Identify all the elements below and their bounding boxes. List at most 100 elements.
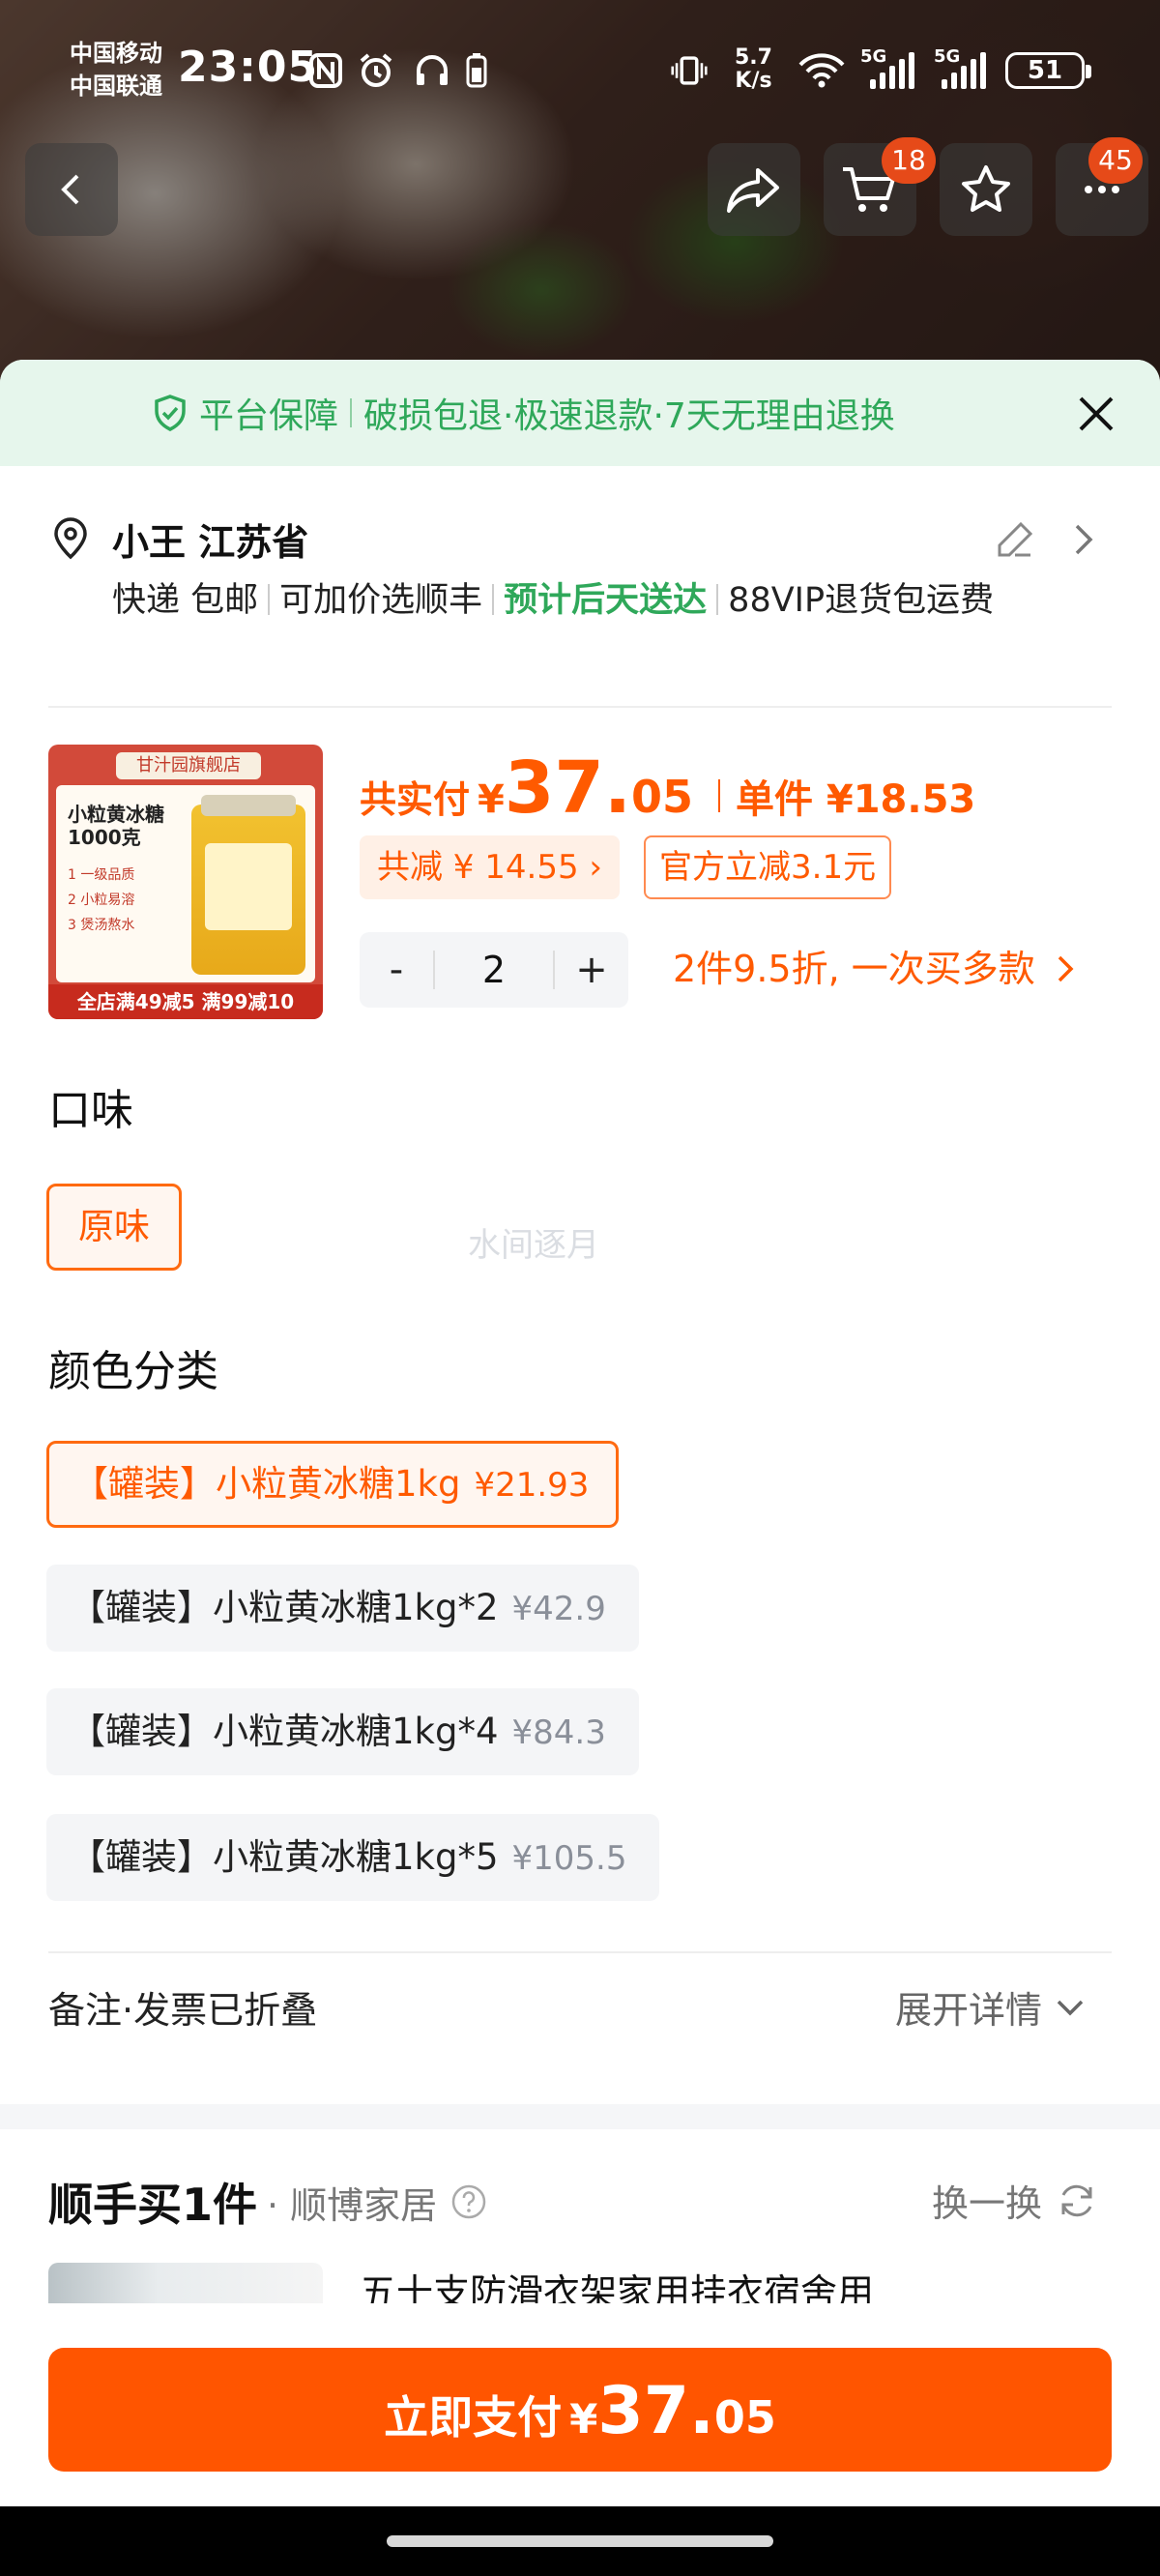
share-button[interactable] — [708, 143, 800, 236]
swap-recommendation-button[interactable]: 换一换 — [932, 2174, 1098, 2227]
pay-amount-decimal: 05 — [713, 2391, 776, 2444]
flavor-option-original[interactable]: 原味 — [46, 1184, 182, 1271]
shipping-upgrade-option: 可加价选顺丰 — [279, 581, 483, 620]
refresh-icon — [1061, 2184, 1092, 2216]
thumbnail-promo-strip: 全店满49减5 满99减10 — [48, 984, 323, 1019]
net-speed-unit: K/s — [735, 69, 772, 93]
divider — [716, 584, 719, 615]
share-icon — [727, 168, 779, 213]
cart-badge: 18 — [882, 137, 936, 184]
divider — [48, 706, 1112, 708]
star-icon — [962, 165, 1010, 212]
discount-total-tag[interactable]: 共减 ¥ 14.55 › — [360, 835, 620, 899]
divider — [48, 1951, 1112, 1953]
cart-button[interactable]: 18 — [824, 137, 936, 236]
sku-name: 【罐装】小粒黄冰糖1kg — [72, 1463, 461, 1505]
color-category-title: 颜色分类 — [48, 1347, 218, 1396]
chevron-down-icon — [1057, 2000, 1084, 2015]
headphones-icon — [414, 50, 450, 91]
vibrate-icon — [671, 50, 708, 91]
add-on-shop: · 顺博家居 — [267, 2183, 438, 2227]
sku-price: ¥84.3 — [511, 1713, 606, 1752]
help-icon[interactable] — [450, 2183, 487, 2220]
sku-option-1kg[interactable]: 【罐装】小粒黄冰糖1kg ¥21.93 — [46, 1441, 620, 1528]
unit-price: 单件 ¥18.53 — [735, 777, 976, 822]
sku-price: ¥21.93 — [474, 1466, 590, 1505]
carrier-1: 中国移动 — [70, 40, 162, 67]
guarantee-divider — [350, 398, 353, 427]
swap-label: 换一换 — [932, 2182, 1043, 2225]
watermark-text: 水间逐月 — [468, 1226, 599, 1265]
net-speed-value: 5.7 — [735, 45, 772, 70]
thumbnail-name-line-2: 1000克 — [68, 826, 141, 849]
multi-buy-offer[interactable]: 2件9.5折, 一次买多款 — [673, 940, 1082, 998]
guarantee-items: 破损包退·极速退款·7天无理由退换 — [363, 396, 895, 436]
chevron-right-icon[interactable] — [1063, 520, 1102, 559]
product-thumbnail[interactable]: 甘汁园旗舰店 小粒黄冰糖 1000克 1 一级品质 2 小粒易溶 3 煲汤熬水 … — [48, 745, 323, 1019]
chevron-right-icon — [1058, 955, 1074, 982]
nfc-icon — [307, 50, 344, 91]
thumbnail-feature: 2 小粒易溶 — [68, 893, 135, 908]
section-separator — [0, 2104, 1160, 2129]
platform-guarantee-banner: 平台保障 破损包退·极速退款·7天无理由退换 — [0, 360, 1160, 466]
carrier-2: 中国联通 — [70, 73, 162, 100]
pay-currency: ¥ — [569, 2395, 598, 2443]
back-button[interactable] — [25, 143, 118, 236]
sku-option-1kg-x2[interactable]: 【罐装】小粒黄冰糖1kg*2 ¥42.9 — [46, 1565, 639, 1652]
recipient-name-region: 小王 江苏省 — [112, 521, 309, 564]
sku-name: 【罐装】小粒黄冰糖1kg*4 — [70, 1711, 499, 1752]
thumbnail-feature: 3 煲汤熬水 — [68, 918, 135, 933]
home-indicator[interactable] — [387, 2535, 773, 2547]
location-pin-icon — [54, 517, 87, 560]
expand-details-button[interactable]: 展开详情 — [895, 1980, 1087, 2034]
carrier-names: 中国移动 中国联通 — [70, 37, 162, 102]
quantity-value[interactable]: 2 — [433, 951, 555, 989]
increase-button[interactable]: + — [555, 948, 628, 992]
sku-price: ¥105.5 — [511, 1839, 627, 1878]
divider — [268, 584, 271, 615]
official-discount-tag: 官方立减3.1元 — [644, 835, 892, 899]
thumbnail-shop-name: 甘汁园旗舰店 — [116, 752, 261, 779]
sku-price: ¥42.9 — [511, 1590, 606, 1628]
divider — [492, 584, 495, 615]
note-invoice-collapsed: 备注·发票已折叠 — [48, 1989, 318, 2032]
pay-amount-integer: 37. — [597, 2373, 714, 2449]
sku-option-1kg-x5[interactable]: 【罐装】小粒黄冰糖1kg*5 ¥105.5 — [46, 1814, 660, 1901]
total-price: 共实付 ¥ 37. 05 单件 ¥18.53 — [360, 746, 975, 834]
thumbnail-card: 小粒黄冰糖 1000克 1 一级品质 2 小粒易溶 3 煲汤熬水 — [56, 785, 315, 982]
quantity-stepper: - 2 + — [360, 932, 628, 1008]
clock: 23:05 — [178, 43, 319, 92]
status-bar: 中国移动 中国联通 23:05 5.7 K/s 5G 5G 51 — [0, 0, 1160, 145]
favorite-button[interactable] — [940, 143, 1032, 236]
purchase-sheet: 平台保障 破损包退·极速退款·7天无理由退换 小王 江苏省 快递 包邮 可加价选顺… — [0, 360, 1160, 2506]
pay-label: 立即支付 — [384, 2391, 563, 2444]
decrease-button[interactable]: - — [360, 948, 433, 992]
sku-option-1kg-x4[interactable]: 【罐装】小粒黄冰糖1kg*4 ¥84.3 — [46, 1688, 639, 1775]
total-label: 共实付 — [360, 778, 471, 821]
add-on-section-title: 顺手买1件 · 顺博家居 — [48, 2170, 487, 2234]
sugar-jar-image — [191, 795, 305, 975]
network-speed: 5.7 K/s — [735, 46, 772, 93]
guarantee-label: 平台保障 — [199, 396, 339, 436]
sim2-signal-icon — [942, 52, 986, 89]
more-button[interactable]: 45 — [1056, 137, 1148, 236]
pay-now-button[interactable]: 立即支付 ¥ 37. 05 — [48, 2348, 1112, 2472]
delivery-address[interactable]: 小王 江苏省 快递 包邮 可加价选顺丰 预计后天送达 88VIP退货包运费 — [0, 466, 1160, 698]
multi-buy-label: 2件9.5折, 一次买多款 — [673, 948, 1035, 990]
total-decimal: 05 — [630, 771, 693, 823]
shipping-info: 快递 包邮 可加价选顺丰 预计后天送达 88VIP退货包运费 — [112, 572, 1040, 629]
divider — [717, 779, 720, 812]
edit-icon[interactable] — [994, 518, 1036, 561]
currency-symbol: ¥ — [478, 777, 505, 822]
flavor-title: 口味 — [48, 1086, 133, 1135]
sku-name: 【罐装】小粒黄冰糖1kg*5 — [70, 1836, 499, 1878]
sim1-signal-icon — [870, 52, 914, 89]
shield-check-icon — [155, 395, 186, 431]
sku-name: 【罐装】小粒黄冰糖1kg*2 — [70, 1587, 499, 1628]
battery-indicator: 51 — [1005, 52, 1091, 89]
delivery-eta: 预计后天送达 — [504, 581, 708, 620]
alarm-icon — [358, 50, 394, 91]
earbuds-battery-icon — [458, 50, 495, 91]
return-shipping-perk: 88VIP退货包运费 — [728, 581, 995, 620]
close-icon[interactable] — [1075, 393, 1117, 435]
